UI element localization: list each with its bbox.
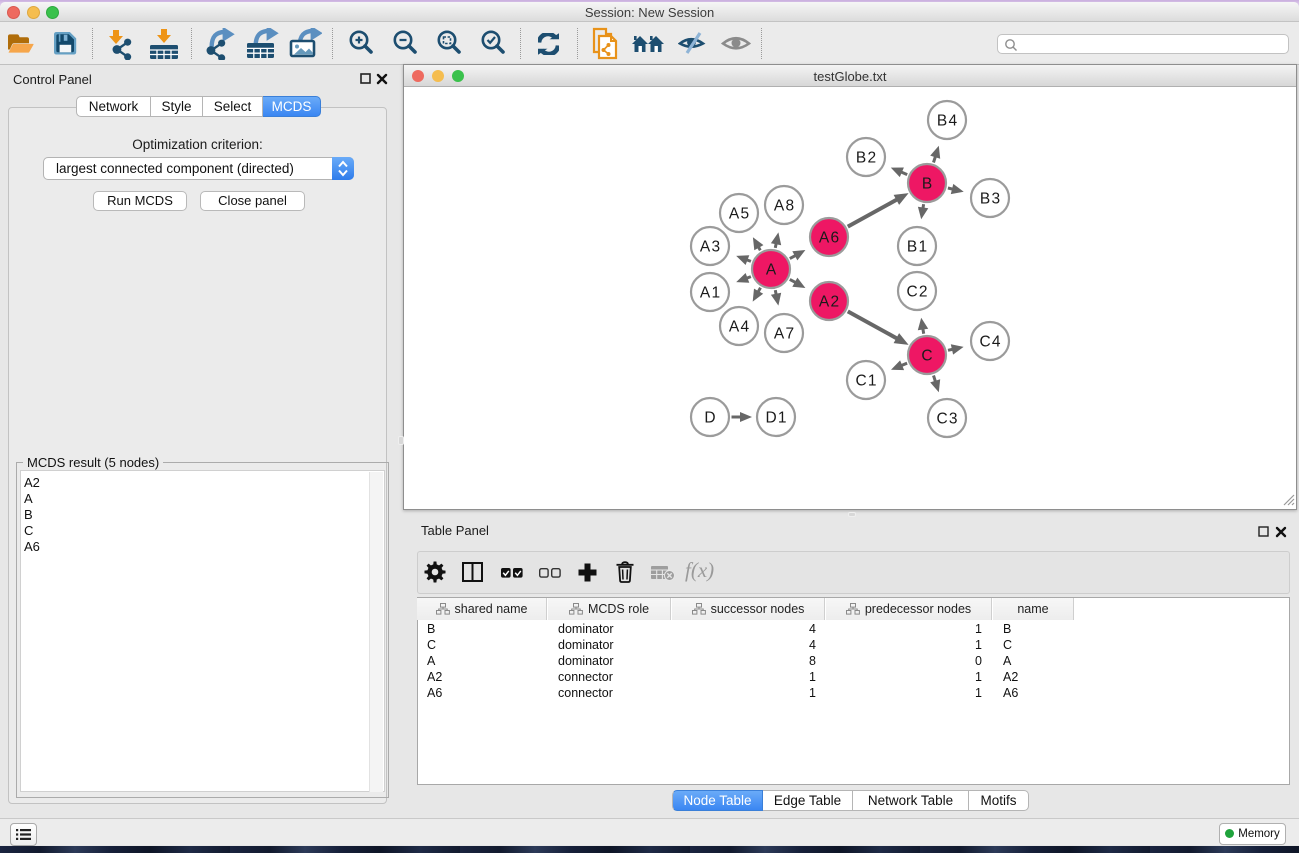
svg-text:C3: C3 [936,411,958,428]
svg-text:B: B [922,176,932,193]
svg-text:C4: C4 [979,334,1001,351]
svg-text:B2: B2 [856,150,877,167]
svg-text:A2: A2 [819,294,840,311]
svg-text:D1: D1 [765,410,787,427]
svg-text:A6: A6 [819,230,840,247]
svg-text:B1: B1 [907,239,928,256]
svg-text:D: D [704,410,715,427]
svg-text:A5: A5 [729,206,750,223]
svg-text:A3: A3 [700,239,721,256]
svg-text:B4: B4 [937,113,958,130]
svg-text:B3: B3 [980,191,1001,208]
svg-text:C1: C1 [855,373,877,390]
svg-text:C2: C2 [906,284,928,301]
svg-text:A: A [766,262,777,279]
svg-text:A8: A8 [774,198,795,215]
svg-text:A7: A7 [774,326,795,343]
svg-text:C: C [921,348,932,365]
svg-text:A1: A1 [700,285,721,302]
svg-text:A4: A4 [729,319,750,336]
